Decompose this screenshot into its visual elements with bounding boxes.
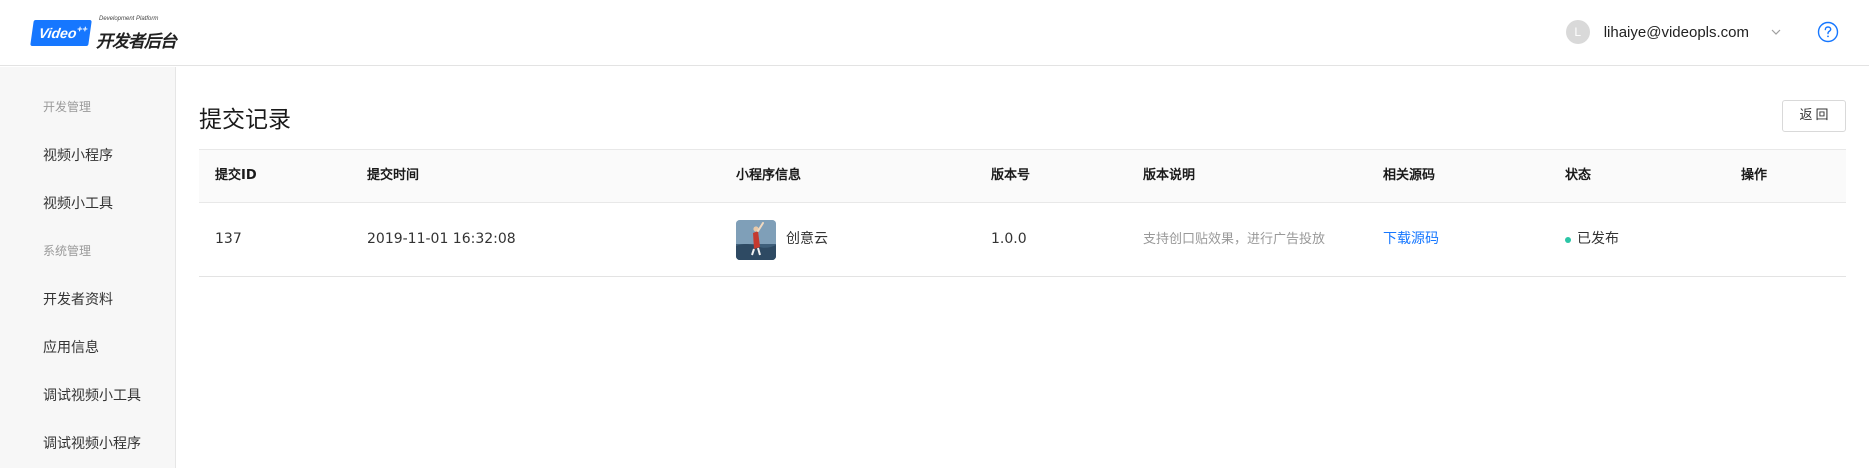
cell-id: 137 [215,231,242,247]
status-dot [1565,236,1571,243]
app-name: 创意云 [786,231,828,247]
column-header-version: 版本号 [991,168,1031,183]
download-source-link[interactable]: 下载源码 [1383,203,1439,276]
status-badge: 已发布 [1577,231,1619,247]
table-row: 137 2019-11-01 16:32:08 创意云 1.0.0 支持创口贴效… [199,203,1846,277]
column-header-status: 状态 [1565,168,1592,183]
submissions-table: 提交ID 提交时间 小程序信息 版本号 版本说明 相关源码 状态 操作 137 … [199,149,1846,277]
top-header: Video ++ Development Platform 开发者后台 L li… [0,0,1869,66]
logo-title: 开发者后台 [96,32,177,52]
sidebar-item-video-miniprogram[interactable]: 视频小程序 [43,145,113,165]
table-header: 提交ID 提交时间 小程序信息 版本号 版本说明 相关源码 状态 操作 [199,149,1846,203]
avatar[interactable]: L [1565,20,1590,44]
sidebar-item-app-info[interactable]: 应用信息 [43,337,99,357]
logo-subtitle: Development Platform [99,16,159,22]
sidebar-item-developer-profile[interactable]: 开发者资料 [43,289,113,309]
cell-version: 1.0.0 [991,231,1027,247]
column-header-description: 版本说明 [1143,168,1196,183]
sidebar-item-video-widget[interactable]: 视频小工具 [43,193,113,213]
sidebar-item-debug-widget[interactable]: 调试视频小工具 [43,385,141,405]
logo-badge-text: Video [37,25,78,41]
logo-badge: Video ++ [30,20,92,46]
user-menu[interactable]: L lihaiye@videopls.com [1565,19,1781,45]
user-email[interactable]: lihaiye@videopls.com [1604,24,1749,41]
help-circle-icon[interactable] [1817,21,1839,43]
app-thumbnail-image [736,219,776,260]
chevron-down-icon[interactable] [1771,27,1781,37]
brand-logo[interactable]: Video ++ Development Platform 开发者后台 [30,16,177,52]
cell-time: 2019-11-01 16:32:08 [367,231,516,247]
app-thumbnail [736,219,776,260]
sidebar-group-system: 系统管理 [43,244,92,258]
column-header-actions: 操作 [1741,168,1768,183]
sidebar: 开发管理 视频小程序 视频小工具 系统管理 开发者资料 应用信息 调试视频小工具… [0,67,176,468]
sidebar-group-dev: 开发管理 [43,100,92,114]
cell-app-info: 创意云 [736,203,828,276]
column-header-source: 相关源码 [1383,168,1436,183]
column-header-id: 提交ID [215,168,257,183]
cell-status: 已发布 [1565,203,1619,276]
cell-description: 支持创口贴效果，进行广告投放 [1143,232,1326,247]
back-button[interactable]: 返回 [1782,100,1846,132]
sidebar-item-debug-miniprogram[interactable]: 调试视频小程序 [43,433,141,453]
logo-badge-sup: ++ [76,24,89,34]
page-title: 提交记录 [199,107,291,133]
column-header-time: 提交时间 [367,168,420,183]
column-header-app-info: 小程序信息 [736,168,802,183]
